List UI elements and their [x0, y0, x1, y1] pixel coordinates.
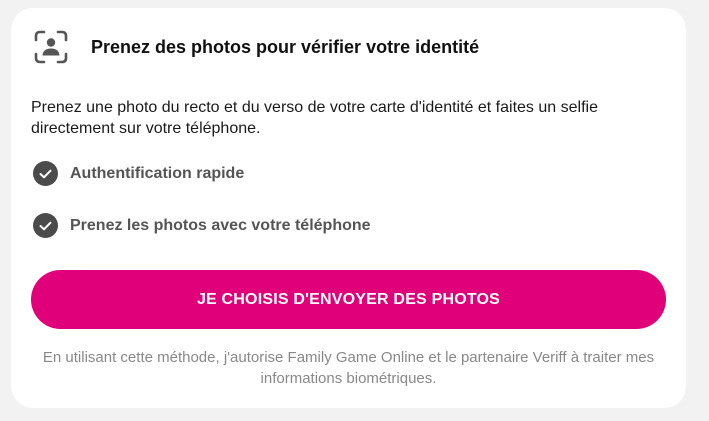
page-title: Prenez des photos pour vérifier votre id… [91, 37, 480, 57]
instructions-text: Prenez une photo du recto et du verso de… [31, 99, 598, 137]
identity-verification-card: Prenez des photos pour vérifier votre id… [11, 8, 686, 408]
card-header: Prenez des photos pour vérifier votre id… [33, 28, 479, 66]
id-face-scan-icon [33, 29, 69, 65]
feature-label: Authentification rapide [70, 164, 245, 182]
feature-item: Authentification rapide [33, 161, 244, 186]
send-photos-button[interactable]: JE CHOISIS D'ENVOYER DES PHOTOS [31, 270, 666, 329]
check-circle-icon [33, 161, 58, 186]
biometric-consent-text: En utilisant cette méthode, j'autorise F… [42, 349, 655, 387]
feature-label: Prenez les photos avec votre téléphone [70, 216, 371, 234]
check-circle-icon [33, 213, 58, 238]
feature-item: Prenez les photos avec votre téléphone [33, 213, 371, 238]
